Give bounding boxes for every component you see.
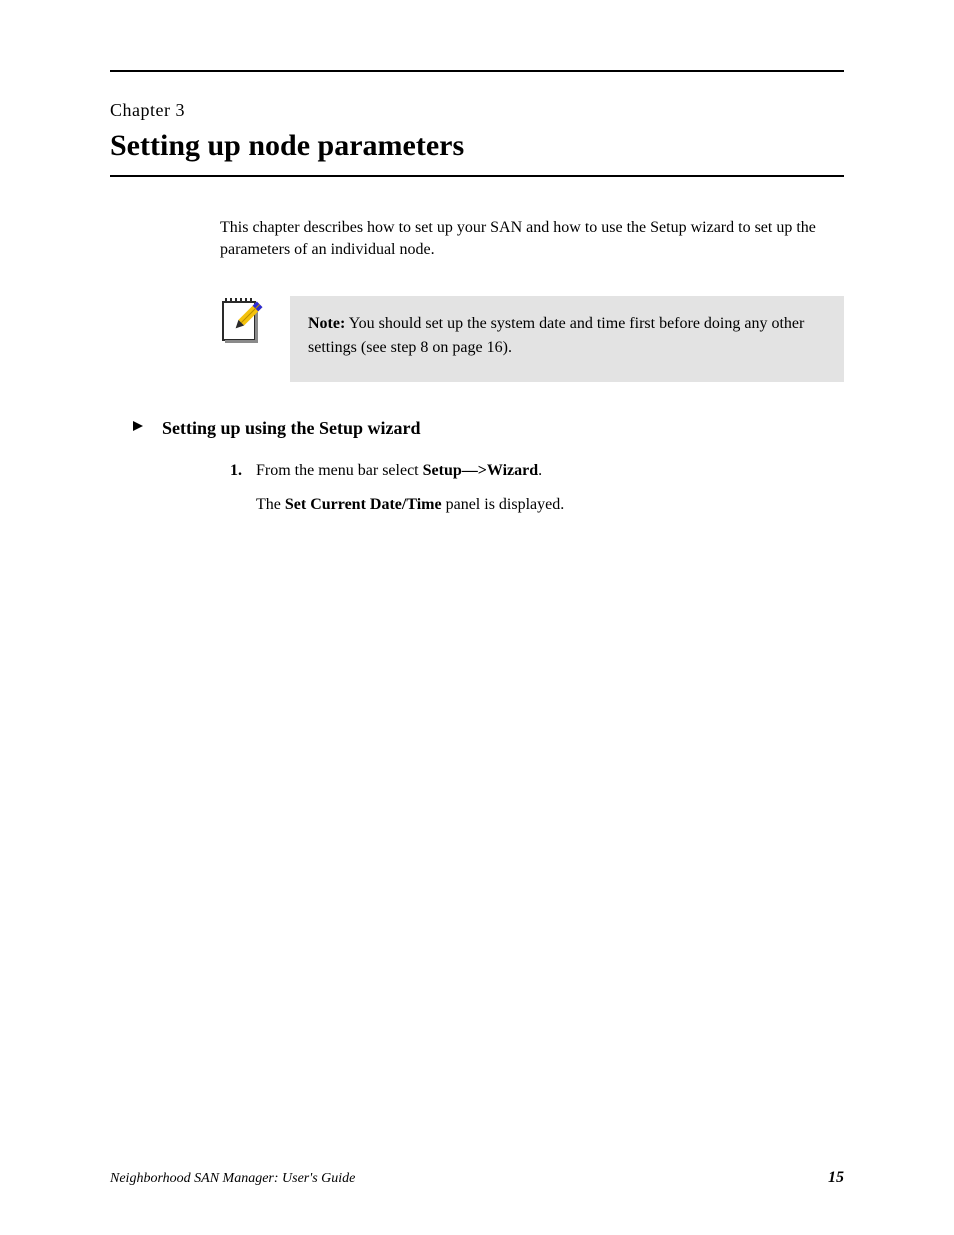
note-block: Note: You should set up the system date … — [220, 296, 844, 382]
section-heading: Setting up using the Setup wizard — [162, 418, 421, 439]
chapter-label: Chapter 3 — [110, 100, 844, 121]
step-text-after: . — [538, 462, 542, 479]
section-marker-icon — [130, 418, 146, 432]
step-result-before: The — [256, 496, 285, 513]
under-title-rule — [110, 175, 844, 177]
note-icon — [220, 296, 268, 344]
section-row: Setting up using the Setup wizard — [130, 418, 844, 439]
note-text: Note: You should set up the system date … — [290, 296, 844, 382]
step-text: From the menu bar select Setup—>Wizard. … — [256, 459, 844, 517]
step-menu-path: Setup—>Wizard — [423, 462, 539, 479]
step-result-after: panel is displayed. — [442, 496, 565, 513]
note-label: Note: — [308, 315, 345, 332]
step-result-label: Set Current Date/Time — [285, 496, 442, 513]
chapter-title: Setting up node parameters — [110, 129, 844, 163]
footer-page-number: 15 — [828, 1169, 844, 1186]
page: Chapter 3 Setting up node parameters Thi… — [0, 0, 954, 1235]
step-list: 1. From the menu bar select Setup—>Wizar… — [220, 459, 844, 517]
body-column: This chapter describes how to set up you… — [220, 217, 844, 517]
page-footer: Neighborhood SAN Manager: User's Guide 1… — [0, 1169, 954, 1187]
step-text-before: From the menu bar select — [256, 462, 423, 479]
footer-doc-title: Neighborhood SAN Manager: User's Guide — [110, 1171, 355, 1187]
step-item: 1. From the menu bar select Setup—>Wizar… — [220, 459, 844, 517]
note-body: You should set up the system date and ti… — [308, 315, 804, 356]
intro-paragraph: This chapter describes how to set up you… — [220, 217, 844, 262]
step-number: 1. — [220, 459, 242, 517]
step-result: The Set Current Date/Time panel is displ… — [256, 493, 844, 517]
top-rule — [110, 70, 844, 72]
footer-page-number-wrap: 15 — [828, 1169, 844, 1187]
